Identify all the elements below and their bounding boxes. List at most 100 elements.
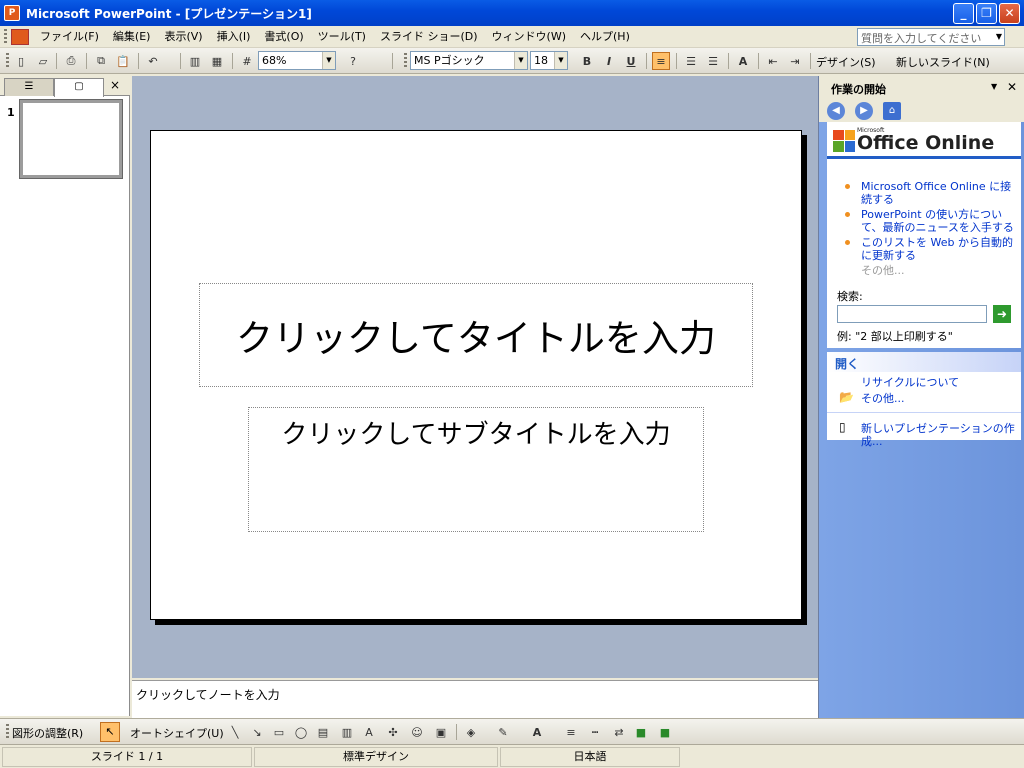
new-slide-button[interactable]: 新しいスライド(N) <box>896 54 990 70</box>
chevron-down-icon[interactable]: ▼ <box>991 82 997 91</box>
close-icon[interactable]: ✕ <box>1007 80 1017 94</box>
link-update-list[interactable]: このリストを Web から自動的に更新する <box>861 236 1017 262</box>
link-more[interactable]: その他... <box>861 264 1017 277</box>
chevron-down-icon[interactable]: ▼ <box>514 52 527 69</box>
toolbar-grip-icon[interactable] <box>6 53 9 69</box>
menu-help[interactable]: ヘルプ(H) <box>573 27 637 47</box>
numbering-icon[interactable]: ☰ <box>682 52 700 70</box>
insert-table-icon[interactable]: ▦ <box>208 52 226 70</box>
zoom-combo[interactable]: 68% ▼ <box>258 51 336 70</box>
menu-slideshow[interactable]: スライド ショー(D) <box>373 27 485 47</box>
bold-button[interactable]: B <box>578 52 596 70</box>
tab-outline[interactable]: ☰ <box>4 78 54 96</box>
help-dropdown-icon[interactable]: ▼ <box>992 28 1006 46</box>
toolbar-grip-icon[interactable] <box>404 53 407 69</box>
open-section: リサイクルについて 📂 その他... ▯ 新しいプレゼンテーションの作成... <box>827 372 1021 448</box>
link-connect-office-online[interactable]: Microsoft Office Online に接続する <box>861 180 1017 206</box>
arrow-style-icon[interactable]: ⇄ <box>610 723 628 741</box>
help-question-input[interactable]: 質問を入力してください <box>857 28 1005 46</box>
document-icon[interactable] <box>11 28 29 45</box>
notes-pane[interactable]: クリックしてノートを入力 <box>132 680 818 718</box>
open-icon[interactable]: ▱ <box>34 52 52 70</box>
bullet-icon <box>845 240 850 245</box>
menu-view[interactable]: 表示(V) <box>157 27 209 47</box>
fill-color-icon[interactable]: ◈ <box>462 723 480 741</box>
forward-icon[interactable]: ▶ <box>855 102 873 120</box>
open-item-recycle[interactable]: リサイクルについて <box>861 376 1017 389</box>
tab-slides[interactable]: ▢ <box>54 78 104 97</box>
clipart-icon[interactable]: ☺ <box>408 723 426 741</box>
3d-icon[interactable]: ■ <box>656 723 674 741</box>
restore-button[interactable]: ❐ <box>976 3 997 24</box>
font-value: MS Pゴシック <box>414 54 485 67</box>
search-go-icon[interactable]: ➜ <box>993 305 1011 323</box>
subtitle-placeholder[interactable]: クリックしてサブタイトルを入力 <box>248 407 704 532</box>
insert-chart-icon[interactable]: ▥ <box>186 52 204 70</box>
underline-button[interactable]: U <box>622 52 640 70</box>
font-color-icon[interactable]: A <box>528 723 546 741</box>
picture-icon[interactable]: ▣ <box>432 723 450 741</box>
increase-indent-icon[interactable]: ⇥ <box>786 52 804 70</box>
link-powerpoint-news[interactable]: PowerPoint の使い方について、最新のニュースを入手する <box>861 208 1017 234</box>
help-icon[interactable]: ? <box>344 52 362 70</box>
italic-button[interactable]: I <box>600 52 618 70</box>
new-icon[interactable]: ▯ <box>12 52 30 70</box>
logo-text: Office Online <box>857 132 995 154</box>
oval-icon[interactable]: ◯ <box>292 723 310 741</box>
title-placeholder[interactable]: クリックしてタイトルを入力 <box>199 283 753 387</box>
menu-file[interactable]: ファイル(F) <box>33 27 106 47</box>
autoshape-menu[interactable]: オートシェイプ(U) <box>130 725 224 741</box>
zoom-value: 68% <box>262 54 287 67</box>
copy-icon[interactable]: ⧉ <box>92 52 110 70</box>
font-size-combo[interactable]: 18 ▼ <box>530 51 568 70</box>
design-button[interactable]: デザイン(S) <box>816 54 876 70</box>
folder-icon: 📂 <box>839 390 854 404</box>
increase-font-icon[interactable]: A <box>734 52 752 70</box>
draw-adjust-menu[interactable]: 図形の調整(R) <box>12 725 83 741</box>
task-pane-nav: ◀ ▶ ⌂ <box>819 100 1024 122</box>
search-input[interactable] <box>837 305 987 323</box>
chevron-down-icon[interactable]: ▼ <box>554 52 567 69</box>
menu-insert[interactable]: 挿入(I) <box>210 27 258 47</box>
drawing-toolbar: 図形の調整(R) ↖ オートシェイプ(U) ╲ ↘ ▭ ◯ ▤ ▥ A ✣ ☺ … <box>0 718 1024 744</box>
slide-canvas[interactable]: クリックしてタイトルを入力 クリックしてサブタイトルを入力 <box>150 130 802 620</box>
vertical-textbox-icon[interactable]: ▥ <box>338 723 356 741</box>
decrease-indent-icon[interactable]: ⇤ <box>764 52 782 70</box>
toolbar-grip-icon[interactable] <box>6 724 9 740</box>
minimize-button[interactable]: _ <box>953 3 974 24</box>
menu-format[interactable]: 書式(O) <box>257 27 310 47</box>
line-icon[interactable]: ╲ <box>226 723 244 741</box>
pane-close-button[interactable]: × <box>110 78 120 92</box>
select-pointer-icon[interactable]: ↖ <box>100 722 120 742</box>
align-left-icon[interactable]: ≡ <box>652 52 670 70</box>
menu-tools[interactable]: ツール(T) <box>311 27 373 47</box>
close-button[interactable]: ✕ <box>999 3 1020 24</box>
print-icon[interactable]: ⎙ <box>62 52 80 70</box>
line-color-icon[interactable]: ✎ <box>494 723 512 741</box>
dash-style-icon[interactable]: ┅ <box>586 723 604 741</box>
new-presentation-link[interactable]: 新しいプレゼンテーションの作成... <box>861 422 1017 448</box>
toolbar-separator <box>456 724 457 740</box>
font-combo[interactable]: MS Pゴシック ▼ <box>410 51 528 70</box>
shadow-icon[interactable]: ■ <box>632 723 650 741</box>
diagram-icon[interactable]: ✣ <box>384 723 402 741</box>
line-style-icon[interactable]: ≡ <box>562 723 580 741</box>
grid-icon[interactable]: # <box>238 52 256 70</box>
toolbar-separator <box>232 53 233 69</box>
paste-icon[interactable]: 📋 <box>114 52 132 70</box>
home-icon[interactable]: ⌂ <box>883 102 901 120</box>
undo-icon[interactable]: ↶ <box>144 52 162 70</box>
arrow-icon[interactable]: ↘ <box>248 723 266 741</box>
bullets-icon[interactable]: ☰ <box>704 52 722 70</box>
wordart-icon[interactable]: A <box>360 723 378 741</box>
back-icon[interactable]: ◀ <box>827 102 845 120</box>
slide-thumbnail[interactable] <box>19 99 123 179</box>
rectangle-icon[interactable]: ▭ <box>270 723 288 741</box>
chevron-down-icon[interactable]: ▼ <box>322 52 335 69</box>
toolbar-grip-icon[interactable] <box>4 28 7 45</box>
textbox-icon[interactable]: ▤ <box>314 723 332 741</box>
menu-edit[interactable]: 編集(E) <box>106 27 158 47</box>
powerpoint-app-icon[interactable]: P <box>4 5 20 21</box>
open-item-more[interactable]: その他... <box>861 392 1017 405</box>
menu-window[interactable]: ウィンドウ(W) <box>485 27 573 47</box>
